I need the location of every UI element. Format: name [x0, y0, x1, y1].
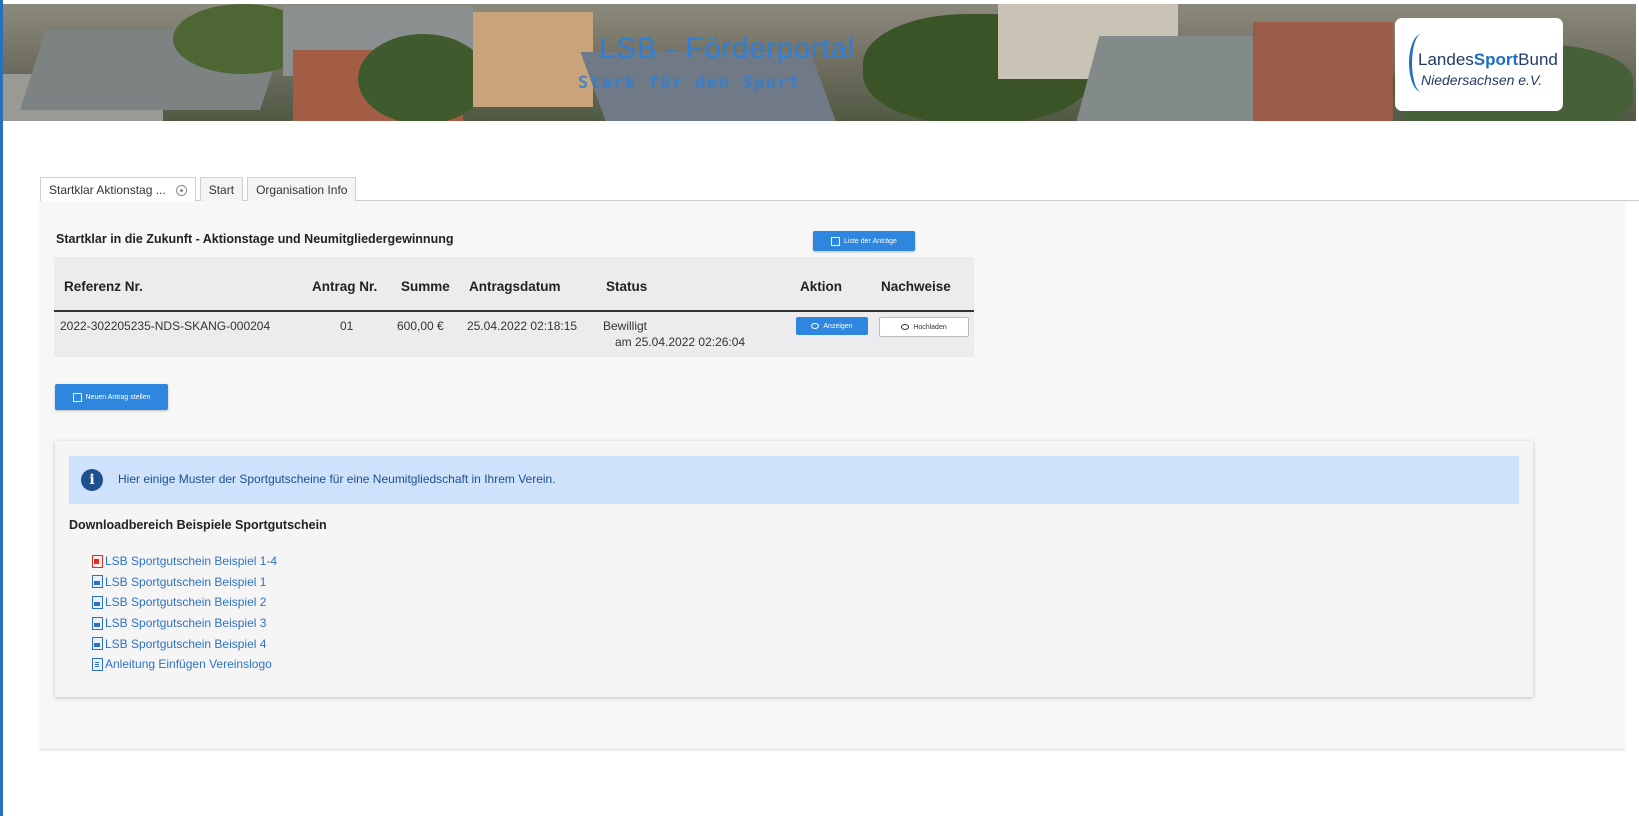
column-header-summe: Summe — [401, 279, 450, 294]
list-icon — [831, 236, 841, 246]
banner-photo-trees — [358, 34, 488, 121]
logo-text: LandesSportBund — [1418, 50, 1558, 69]
tab-start[interactable]: Start — [199, 177, 244, 201]
header-banner: LSB - Förderportal Stark für den Sport L… — [3, 4, 1636, 121]
tab-label: Organisation Info — [256, 182, 348, 197]
info-alert-text: Hier einige Muster der Sportgutscheine f… — [118, 472, 556, 486]
close-tab-icon[interactable] — [175, 184, 187, 196]
column-header-antrag: Antrag Nr. — [312, 279, 378, 294]
tab-startklar-aktionstag[interactable]: Startklar Aktionstag ... — [40, 177, 196, 202]
image-file-icon — [92, 637, 103, 651]
download-section-title: Downloadbereich Beispiele Sportgutschein — [69, 518, 327, 532]
lsb-logo[interactable]: LandesSportBund Niedersachsen e.V. — [1395, 18, 1563, 111]
upload-button[interactable]: Hochladen — [879, 317, 969, 337]
eye-icon — [811, 323, 820, 329]
column-header-status: Status — [606, 279, 648, 294]
image-file-icon — [92, 575, 103, 589]
tab-label: Startklar Aktionstag ... — [49, 183, 166, 197]
logo-subtext: Niedersachsen e.V. — [1421, 72, 1543, 88]
portal-title: LSB - Förderportal — [599, 32, 855, 65]
cell-antragsdatum: 25.04.2022 02:18:15 — [467, 319, 578, 333]
download-link-anleitung-vereinslogo[interactable]: Anleitung Einfügen Vereinslogo — [92, 654, 277, 675]
cell-referenz: 2022-302205235-NDS-SKANG-000204 — [60, 319, 271, 333]
download-link-beispiel-4[interactable]: LSB Sportgutschein Beispiel 4 — [92, 633, 277, 654]
eye-icon — [901, 324, 910, 330]
info-alert: i Hier einige Muster der Sportgutscheine… — [69, 456, 1519, 504]
section-title: Startklar in die Zukunft - Aktionstage u… — [56, 232, 454, 246]
tab-organisation-info[interactable]: Organisation Info — [247, 177, 357, 201]
cell-antrag: 01 — [340, 319, 354, 333]
image-file-icon — [92, 595, 103, 609]
cell-status-date: am 25.04.2022 02:26:04 — [615, 335, 746, 349]
table-header-divider — [54, 310, 974, 312]
banner-photo-building — [1253, 22, 1393, 121]
tab-label: Start — [208, 182, 235, 197]
show-button[interactable]: Anzeigen — [796, 317, 868, 335]
column-header-aktion: Aktion — [800, 279, 842, 294]
column-header-referenz: Referenz Nr. — [64, 279, 143, 294]
portal-subtitle: Stark für den Sport — [578, 73, 801, 93]
download-list: LSB Sportgutschein Beispiel 1-4 LSB Spor… — [92, 551, 277, 675]
list-applications-button[interactable]: Liste der Anträge — [813, 231, 915, 251]
pdf-file-icon — [92, 554, 103, 568]
image-file-icon — [92, 616, 103, 630]
banner-photo-roof — [473, 12, 593, 107]
downloads-card: i Hier einige Muster der Sportgutscheine… — [55, 441, 1533, 697]
column-header-antragsdatum: Antragsdatum — [469, 279, 561, 294]
download-link-beispiel-1[interactable]: LSB Sportgutschein Beispiel 1 — [92, 572, 277, 593]
info-icon: i — [81, 469, 103, 491]
tab-bar: Startklar Aktionstag ... Start Organisat… — [40, 177, 360, 202]
document-icon — [72, 392, 82, 402]
download-link-beispiel-3[interactable]: LSB Sportgutschein Beispiel 3 — [92, 613, 277, 634]
column-header-nachweise: Nachweise — [881, 279, 951, 294]
download-link-beispiel-2[interactable]: LSB Sportgutschein Beispiel 2 — [92, 592, 277, 613]
download-link-beispiel-1-4[interactable]: LSB Sportgutschein Beispiel 1-4 — [92, 551, 277, 572]
applications-table: Referenz Nr. Antrag Nr. Summe Antragsdat… — [54, 257, 974, 357]
new-application-button[interactable]: Neuen Antrag stellen — [55, 384, 168, 410]
document-file-icon — [92, 657, 103, 671]
cell-status: Bewilligt — [603, 319, 648, 333]
cell-summe: 600,00 € — [397, 319, 444, 333]
page-left-border — [0, 0, 3, 816]
main-panel: Startklar in die Zukunft - Aktionstage u… — [40, 201, 1625, 750]
